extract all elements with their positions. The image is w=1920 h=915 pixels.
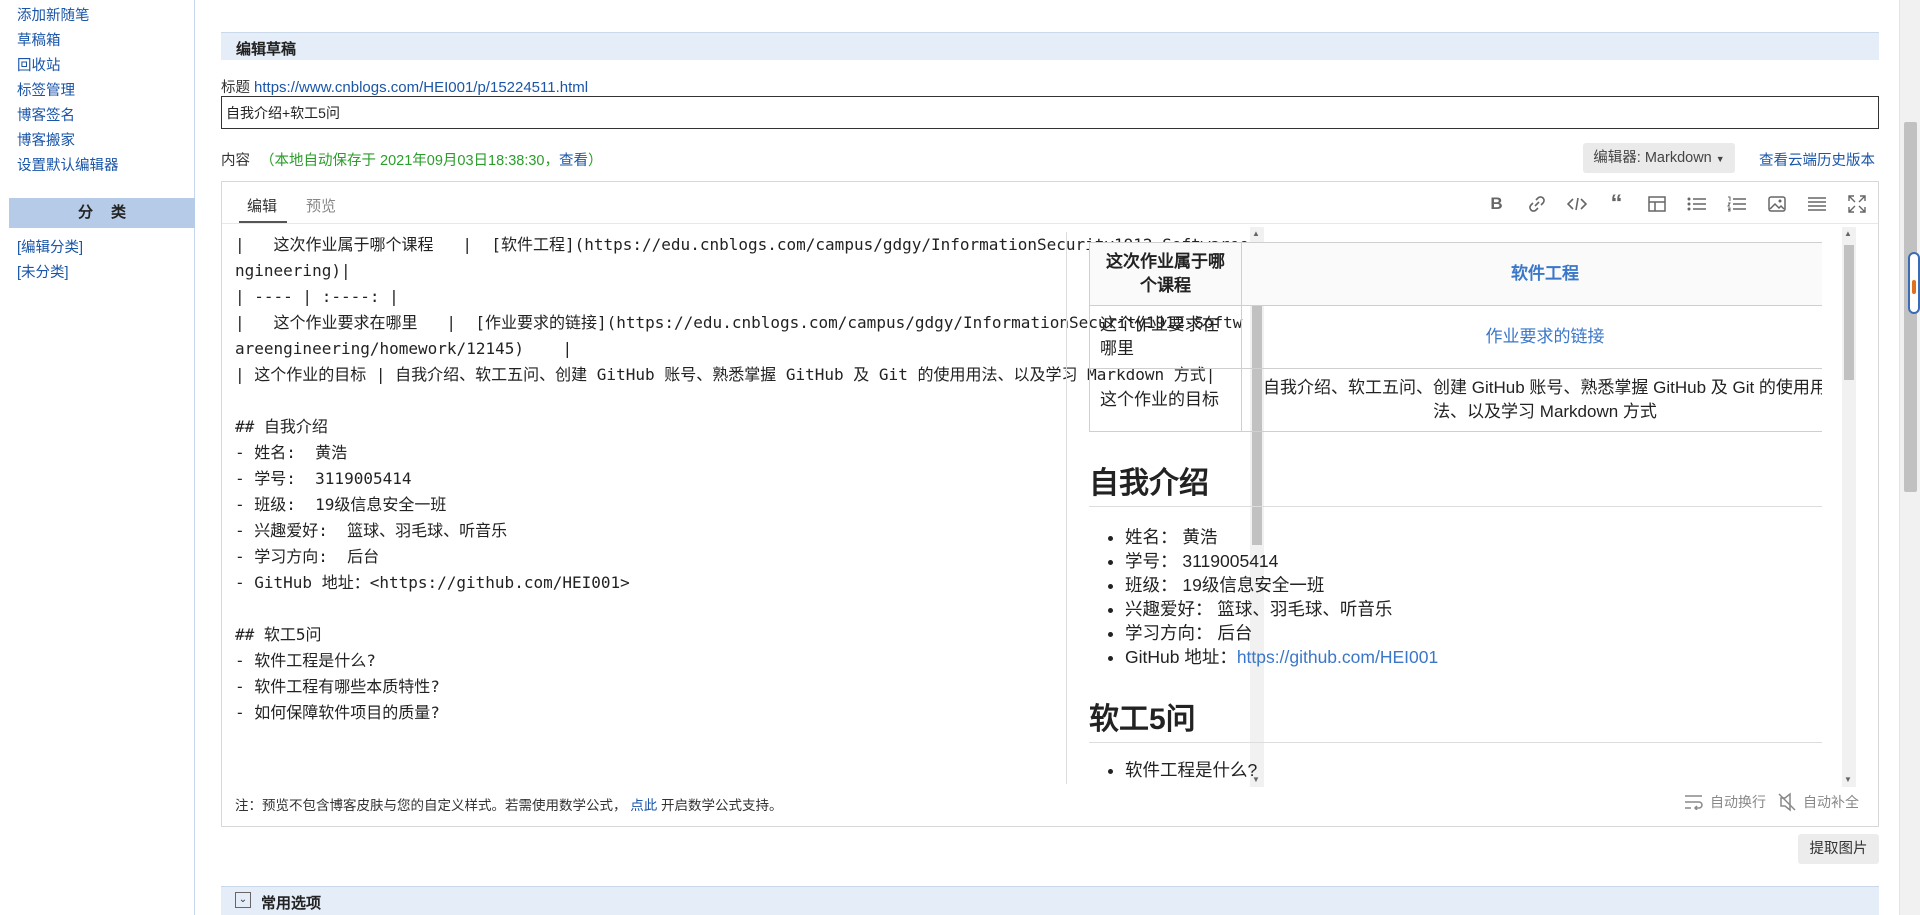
common-options-title: 常用选项 (261, 895, 322, 912)
auto-complete-label: 自动补全 (1803, 794, 1859, 810)
table-cell: 作业要求的链接 (1241, 305, 1822, 369)
category-list: [编辑分类] [未分类] (0, 228, 194, 286)
markdown-editor: 编辑 预览 B “ | 这次作业属于哪个课程 | [软件工程](https://… (221, 181, 1879, 827)
table-cell: 这个作业的目标 (1089, 368, 1242, 432)
indicator-dot (1912, 280, 1916, 294)
code-icon[interactable] (1565, 192, 1588, 215)
github-link[interactable]: https://github.com/HEI001 (1237, 647, 1438, 667)
numbered-list-icon[interactable] (1725, 192, 1748, 215)
draft-header: 编辑草稿 (221, 32, 1879, 60)
sidebar-item-tags[interactable]: 标签管理 (0, 79, 194, 104)
autosave-suffix: ） (587, 153, 603, 169)
preview-scrollbar[interactable]: ▲ ▼ (1842, 227, 1856, 787)
cloud-history-link[interactable]: 查看云端历史版本 (1759, 149, 1875, 170)
tab-edit[interactable]: 编辑 (247, 195, 277, 216)
bullet-list-icon[interactable] (1685, 192, 1708, 215)
wrap-icon (1685, 795, 1703, 810)
math-enable-link[interactable]: 点此 (630, 798, 657, 813)
requirement-link[interactable]: 作业要求的链接 (1486, 327, 1605, 346)
sidebar-item-add-post[interactable]: 添加新随笔 (0, 4, 194, 29)
align-icon[interactable] (1805, 192, 1828, 215)
markdown-preview: 这次作业属于哪个课程 软件工程 这个作业要求在哪里 作业要求的链接 这个作业的目… (1066, 232, 1822, 784)
sidebar-item-drafts[interactable]: 草稿箱 (0, 29, 194, 54)
sidebar-item-signature[interactable]: 博客签名 (0, 104, 194, 129)
fullscreen-icon[interactable] (1845, 192, 1868, 215)
content-line: 内容 （本地自动保存于 2021年09月03日18:38:30，查看） (221, 149, 602, 170)
title-input[interactable] (221, 96, 1879, 129)
scroll-down-icon[interactable]: ▼ (1844, 775, 1852, 785)
image-icon[interactable] (1765, 192, 1788, 215)
list-item: 软件工程是什么? (1125, 758, 1257, 782)
page-scrollbar[interactable] (1899, 0, 1920, 915)
sidebar-nav: 添加新随笔 草稿箱 回收站 标签管理 博客签名 博客搬家 设置默认编辑器 (0, 0, 194, 179)
table-icon[interactable] (1645, 192, 1668, 215)
preview-heading-five-questions: 软工5问 (1089, 694, 1822, 743)
quote-icon[interactable]: “ (1605, 191, 1628, 215)
note-text: 注：预览不包含博客皮肤与您的自定义样式。若需使用数学公式， (235, 798, 627, 813)
uncategorized-link[interactable]: [未分类] (0, 261, 194, 286)
edit-category-link[interactable]: [编辑分类] (0, 236, 194, 261)
course-link[interactable]: 软件工程 (1511, 264, 1579, 283)
main-content: 编辑草稿 标题 https://www.cnblogs.com/HEI001/p… (221, 0, 1879, 915)
category-header: 分类 (9, 198, 195, 228)
floating-side-tab[interactable] (1908, 252, 1920, 314)
title-line: 标题 https://www.cnblogs.com/HEI001/p/1522… (221, 76, 588, 97)
common-options-header[interactable]: ⌄ 常用选项 (221, 886, 1879, 915)
note-suffix: 开启数学公式支持。 (661, 798, 783, 813)
preview-note: 注：预览不包含博客皮肤与您的自定义样式。若需使用数学公式， 点此 开启数学公式支… (235, 794, 783, 814)
list-item: 班级： 19级信息安全一班 (1125, 573, 1438, 597)
preview-intro-list: 姓名： 黄浩 学号： 3119005414 班级： 19级信息安全一班 兴趣爱好… (1125, 525, 1438, 669)
table-cell: 这次作业属于哪个课程 (1089, 242, 1242, 306)
sidebar-item-default-editor[interactable]: 设置默认编辑器 (0, 154, 194, 179)
table-row: 这个作业的目标 自我介绍、软工五问、创建 GitHub 账号、熟悉掌握 GitH… (1089, 368, 1822, 432)
link-icon[interactable] (1525, 192, 1548, 215)
list-item: GitHub 地址：https://github.com/HEI001 (1125, 645, 1438, 669)
editor-toolbar: B “ (1485, 191, 1868, 216)
sidebar: 添加新随笔 草稿箱 回收站 标签管理 博客签名 博客搬家 设置默认编辑器 分类 … (0, 0, 195, 915)
table-cell: 自我介绍、软工五问、创建 GitHub 账号、熟悉掌握 GitHub 及 Git… (1241, 368, 1822, 432)
sidebar-item-blog-move[interactable]: 博客搬家 (0, 129, 194, 154)
draft-header-title: 编辑草稿 (236, 41, 297, 58)
expand-chevron-icon[interactable]: ⌄ (235, 892, 251, 908)
preview-five-list: 软件工程是什么? (1125, 758, 1257, 782)
preview-heading-intro: 自我介绍 (1089, 458, 1822, 507)
list-item: 学号： 3119005414 (1125, 549, 1438, 573)
autosave-view-link[interactable]: 查看 (559, 153, 588, 169)
preview-table: 这次作业属于哪个课程 软件工程 这个作业要求在哪里 作业要求的链接 这个作业的目… (1089, 242, 1822, 432)
title-label: 标题 (221, 80, 250, 96)
table-row: 这次作业属于哪个课程 软件工程 (1089, 242, 1822, 306)
content-label: 内容 (221, 153, 250, 169)
editor-tabs: 编辑 预览 B “ (222, 182, 1878, 224)
list-item: 兴趣爱好： 篮球、羽毛球、听音乐 (1125, 597, 1438, 621)
scroll-up-icon[interactable]: ▲ (1844, 229, 1852, 239)
list-item: 姓名： 黄浩 (1125, 525, 1438, 549)
bold-icon[interactable]: B (1485, 192, 1508, 215)
autosave-status: （本地自动保存于 2021年09月03日18:38:30，查看） (260, 153, 602, 169)
auto-wrap-toggle[interactable]: 自动换行 (1684, 792, 1766, 812)
list-item: 学习方向： 后台 (1125, 621, 1438, 645)
preview-scroll-thumb[interactable] (1844, 245, 1854, 380)
auto-complete-toggle[interactable]: 自动补全 (1777, 792, 1859, 812)
autosave-text: （本地自动保存于 2021年09月03日18:38:30， (260, 153, 559, 169)
caret-down-icon: ▼ (1715, 154, 1725, 164)
auto-complete-off-icon (1778, 792, 1796, 812)
tab-preview[interactable]: 预览 (306, 195, 336, 216)
auto-wrap-label: 自动换行 (1710, 794, 1766, 810)
active-tab-indicator (239, 221, 287, 223)
post-url-link[interactable]: https://www.cnblogs.com/HEI001/p/1522451… (254, 79, 588, 96)
table-cell: 软件工程 (1241, 242, 1822, 306)
sidebar-item-recycle[interactable]: 回收站 (0, 54, 194, 79)
editor-type-dropdown[interactable]: 编辑器: Markdown ▼ (1583, 143, 1735, 173)
editor-type-label: 编辑器: Markdown (1593, 150, 1712, 166)
table-cell: 这个作业要求在哪里 (1089, 305, 1242, 369)
table-row: 这个作业要求在哪里 作业要求的链接 (1089, 305, 1822, 369)
extract-images-button[interactable]: 提取图片 (1798, 834, 1879, 864)
